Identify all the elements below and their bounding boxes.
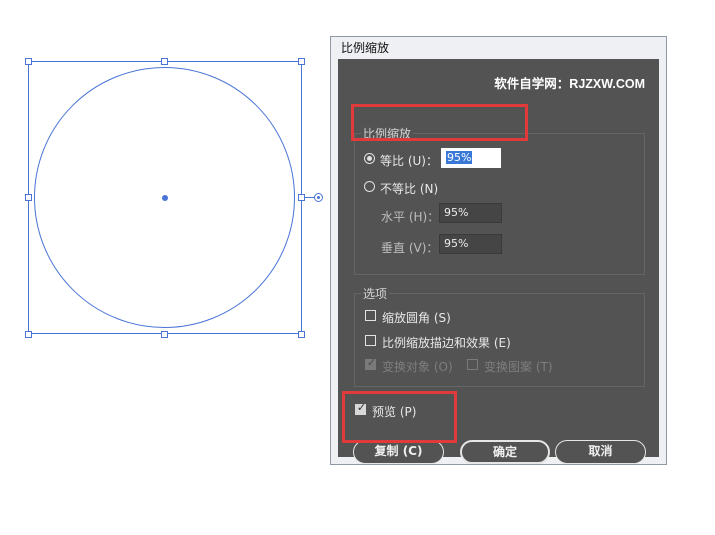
center-point: [162, 195, 168, 201]
handle-bottom-middle[interactable]: [161, 331, 168, 338]
highlight-uniform-scale: [351, 104, 528, 141]
vertical-label: 垂直 (V)：: [381, 241, 439, 255]
cancel-button[interactable]: 取消: [555, 440, 646, 464]
scale-strokes-checkbox[interactable]: [365, 335, 376, 346]
uniform-scale-input[interactable]: 95%: [441, 148, 501, 168]
uniform-label[interactable]: 等比 (U)：: [380, 152, 438, 169]
handle-top-left[interactable]: [25, 58, 32, 65]
artboard-canvas[interactable]: [0, 0, 325, 535]
transform-patterns-label: 变换图案 (T): [484, 360, 553, 374]
handle-bottom-right[interactable]: [298, 331, 305, 338]
highlight-copy-button: [342, 391, 457, 443]
options-group-title: 选项: [361, 285, 390, 302]
handle-middle-left[interactable]: [25, 194, 32, 201]
horizontal-label: 水平 (H)：: [381, 210, 440, 224]
scale-corners-label[interactable]: 缩放圆角 (S): [382, 309, 451, 326]
scale-corners-checkbox[interactable]: [365, 310, 376, 321]
watermark: 软件自学网：RJZXW.COM: [494, 77, 645, 91]
handle-middle-right[interactable]: [298, 194, 305, 201]
vertical-scale-input[interactable]: 95%: [439, 234, 502, 254]
handle-bottom-left[interactable]: [25, 331, 32, 338]
non-uniform-radio[interactable]: [364, 181, 375, 192]
copy-button[interactable]: 复制 (C): [353, 440, 444, 464]
uniform-scale-value: 95%: [446, 151, 473, 164]
uniform-radio[interactable]: [364, 153, 375, 164]
transform-objects-label: 变换对象 (O): [382, 360, 453, 374]
checkmark-icon: ✓: [366, 356, 377, 369]
handle-top-right[interactable]: [298, 58, 305, 65]
handle-top-middle[interactable]: [161, 58, 168, 65]
non-uniform-label[interactable]: 不等比 (N): [380, 180, 438, 197]
ok-button[interactable]: 确定: [460, 440, 550, 464]
transform-patterns-checkbox: [467, 359, 478, 370]
dialog-title: 比例缩放: [331, 37, 666, 59]
scale-strokes-label[interactable]: 比例缩放描边和效果 (E): [382, 334, 511, 351]
rotate-handle-icon[interactable]: [314, 193, 323, 202]
horizontal-scale-input[interactable]: 95%: [439, 203, 502, 223]
transform-objects-checkbox: ✓: [365, 356, 377, 370]
